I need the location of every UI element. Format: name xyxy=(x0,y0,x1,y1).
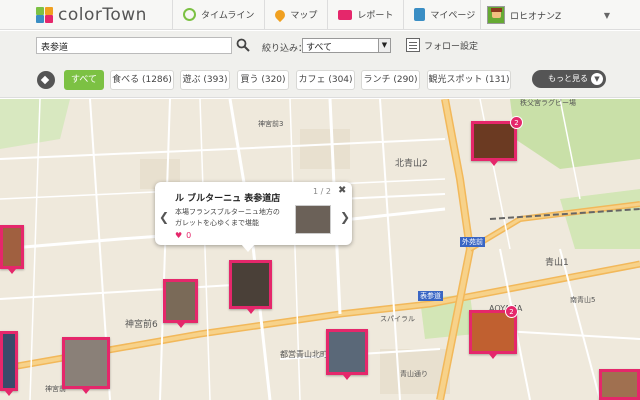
nav-map-label: マップ xyxy=(290,11,318,21)
nav-map[interactable]: マップ xyxy=(264,0,327,30)
map-label: 北青山2 xyxy=(395,159,428,169)
category-cafe[interactable]: カフェ (304) xyxy=(296,70,355,90)
nav-timeline-label: タイムライン xyxy=(201,11,255,21)
map-label: 都営青山北町 xyxy=(280,350,328,359)
photo-pin[interactable] xyxy=(471,121,517,166)
nav-report[interactable]: レポート xyxy=(327,0,403,30)
search-icon[interactable] xyxy=(236,38,250,52)
filter-select[interactable]: すべて ▼ xyxy=(302,38,391,53)
spot-thumbnail[interactable] xyxy=(295,205,331,234)
station-label: 表参道 xyxy=(418,291,443,301)
photo-pin[interactable] xyxy=(62,337,110,394)
chevron-down-icon: ▼ xyxy=(591,73,603,85)
nav-timeline[interactable]: タイムライン xyxy=(172,0,264,30)
map-label: スパイラル xyxy=(380,315,415,323)
user-menu[interactable]: ロヒオナンZ ▼ xyxy=(480,0,620,30)
logo-text: colorTown xyxy=(58,4,147,25)
pin-count-badge: 2 xyxy=(505,305,518,318)
photo-pin[interactable] xyxy=(229,260,272,314)
main-nav: タイムライン マップ レポート マイページ xyxy=(172,0,485,30)
heart-icon: ♥ xyxy=(175,231,183,240)
popup-description: 本場フランスブルターニュ地方のガレットを心ゆくまで堪能 xyxy=(175,208,280,227)
chevron-left-icon[interactable]: ❮ xyxy=(159,210,169,224)
logo[interactable]: colorTown xyxy=(36,0,172,30)
popup-title[interactable]: ル ブルターニュ 表参道店 xyxy=(175,191,280,204)
category-eat[interactable]: 食べる (1286) xyxy=(110,70,174,90)
camera-icon xyxy=(338,9,353,20)
follow-settings-button[interactable]: フォロー設定 xyxy=(406,38,478,52)
pin-count-badge: 2 xyxy=(510,116,523,129)
profile-icon xyxy=(414,8,426,21)
avatar xyxy=(487,6,505,24)
filter-select-value: すべて xyxy=(306,43,333,53)
logo-mark-icon xyxy=(36,6,54,23)
category-lunch[interactable]: ランチ (290) xyxy=(361,70,420,90)
map-label: 神宮前6 xyxy=(125,320,158,330)
map-label: 南青山5 xyxy=(570,296,596,304)
station-label: 外苑前 xyxy=(460,237,485,247)
top-header: colorTown タイムライン マップ レポート マイページ ロヒオナンZ ▼ xyxy=(0,0,640,30)
photo-pin[interactable] xyxy=(0,331,18,396)
photo-pin[interactable] xyxy=(0,225,24,274)
map-view[interactable]: 北青山2 青山1 神宮前6 外苑前 表参道 AOYAMA 神宮前3 秩父宮ラグビ… xyxy=(0,99,640,400)
map-label: 秩父宮ラグビー場 xyxy=(520,99,576,107)
popup-counter: 1 / 2 xyxy=(313,187,331,196)
chevron-right-icon[interactable]: ❯ xyxy=(340,210,350,224)
nav-report-label: レポート xyxy=(357,11,394,21)
photo-pin[interactable] xyxy=(163,279,198,328)
photo-pin[interactable] xyxy=(599,369,640,400)
chevron-down-icon: ▼ xyxy=(378,39,390,52)
clock-icon xyxy=(183,8,196,21)
map-label: 神宮前3 xyxy=(258,120,284,128)
like-count: 0 xyxy=(186,231,192,240)
follow-settings-label: フォロー設定 xyxy=(424,41,479,52)
spot-popup[interactable]: 1 / 2 ✖ ル ブルターニュ 表参道店 ❮ ❯ 本場フランスブルターニュ地方… xyxy=(155,182,352,252)
map-label: 青山1 xyxy=(545,258,569,268)
user-name: ロヒオナンZ xyxy=(510,11,562,22)
map-pin-icon xyxy=(273,7,288,22)
search-bar: 表参道 絞り込み： すべて ▼ フォロー設定 xyxy=(0,31,640,61)
more-button[interactable]: もっと見る ▼ xyxy=(532,70,606,88)
category-buy[interactable]: 買う (320) xyxy=(237,70,289,90)
map-label: 青山通り xyxy=(400,370,428,378)
filter-label: 絞り込み： xyxy=(262,44,308,54)
more-button-label: もっと見る xyxy=(548,74,588,83)
category-all[interactable]: すべて xyxy=(64,70,104,90)
like-button[interactable]: ♥ 0 xyxy=(175,231,191,240)
nav-mypage-label: マイページ xyxy=(430,11,476,21)
photo-pin[interactable] xyxy=(326,329,368,380)
category-filter-bar: すべて 食べる (1286) 遊ぶ (393) 買う (320) カフェ (30… xyxy=(0,61,640,98)
close-icon[interactable]: ✖ xyxy=(338,185,346,196)
category-sightseeing[interactable]: 観光スポット (131) xyxy=(427,70,511,90)
chevron-down-icon[interactable]: ▼ xyxy=(604,11,610,20)
tag-icon xyxy=(37,71,55,89)
category-play[interactable]: 遊ぶ (393) xyxy=(180,70,230,90)
settings-list-icon xyxy=(406,38,420,52)
search-input[interactable]: 表参道 xyxy=(36,37,232,54)
nav-mypage[interactable]: マイページ xyxy=(403,0,485,30)
